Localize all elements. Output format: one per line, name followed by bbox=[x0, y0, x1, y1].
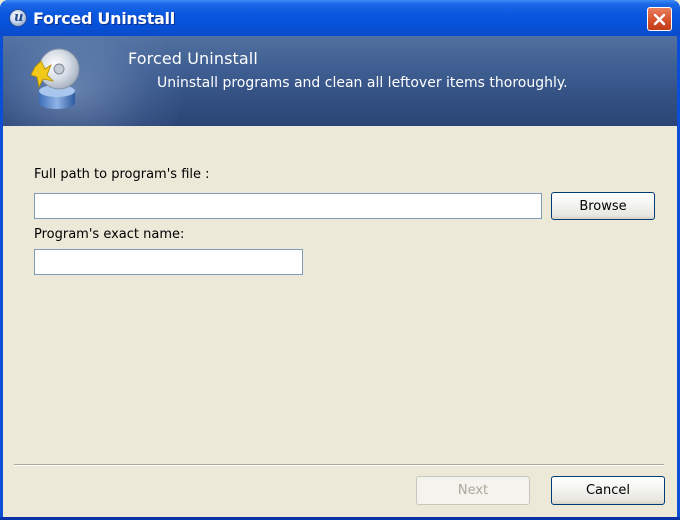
title-bar[interactable]: u Forced Uninstall bbox=[0, 0, 680, 36]
banner-subtitle: Uninstall programs and clean all leftove… bbox=[157, 75, 568, 91]
program-name-input[interactable] bbox=[34, 249, 303, 275]
path-field-label: Full path to program's file : bbox=[34, 167, 210, 182]
dialog-window: u Forced Uninstall Forced Uninstall Unin… bbox=[0, 0, 680, 520]
next-button[interactable]: Next bbox=[416, 476, 530, 505]
banner-title: Forced Uninstall bbox=[128, 49, 258, 68]
uninstaller-app-icon: u bbox=[9, 9, 27, 27]
window-title: Forced Uninstall bbox=[33, 9, 175, 28]
browse-button[interactable]: Browse bbox=[551, 192, 655, 220]
dialog-client-area: Forced Uninstall Uninstall programs and … bbox=[3, 36, 677, 517]
cancel-button[interactable]: Cancel bbox=[551, 476, 665, 505]
header-banner: Forced Uninstall Uninstall programs and … bbox=[3, 36, 677, 126]
footer-divider bbox=[14, 464, 664, 466]
program-path-input[interactable] bbox=[34, 193, 542, 219]
disc-broom-icon bbox=[31, 48, 80, 109]
close-icon bbox=[653, 13, 666, 25]
name-field-label: Program's exact name: bbox=[34, 227, 185, 242]
close-button[interactable] bbox=[647, 7, 672, 31]
